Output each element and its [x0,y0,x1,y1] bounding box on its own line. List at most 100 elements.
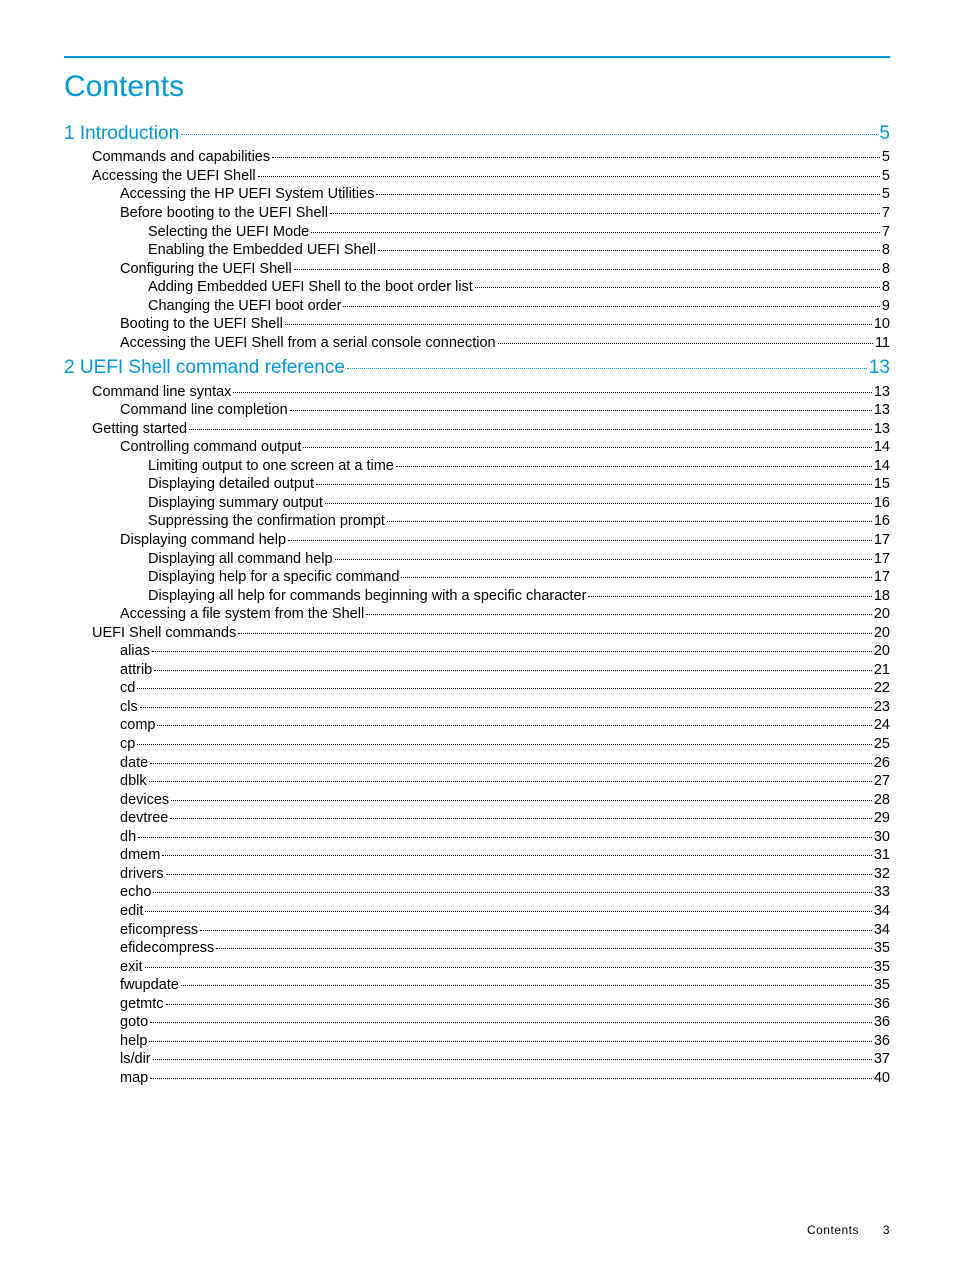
toc-leader [200,930,872,931]
toc-entry-label: alias [120,642,150,661]
toc-entry-page: 17 [874,531,890,550]
toc-entry-label: fwupdate [120,976,179,995]
toc-leader [157,725,871,726]
toc-entry-page: 15 [874,475,890,494]
toc-leader [216,948,872,949]
toc-entry[interactable]: echo33 [64,883,890,902]
toc-leader [272,157,880,158]
toc-leader [150,1022,872,1023]
toc-entry-page: 36 [874,1013,890,1032]
toc-entry[interactable]: help36 [64,1032,890,1051]
toc-entry[interactable]: date 26 [64,754,890,773]
toc-entry[interactable]: cp25 [64,735,890,754]
toc-entry[interactable]: Getting started 13 [64,420,890,439]
toc-leader [401,577,871,578]
toc-leader [378,250,880,251]
toc-entry-page: 11 [875,334,890,353]
toc-entry[interactable]: dmem 31 [64,846,890,865]
toc-entry[interactable]: UEFI Shell commands20 [64,624,890,643]
toc-leader [137,688,872,689]
toc-entry[interactable]: edit34 [64,902,890,921]
toc-entry[interactable]: devices28 [64,791,890,810]
toc-entry[interactable]: ls/dir37 [64,1050,890,1069]
toc-entry[interactable]: Displaying detailed output15 [64,475,890,494]
toc-entry[interactable]: drivers32 [64,865,890,884]
toc-entry-label: date [120,754,148,773]
toc-leader [153,1059,872,1060]
toc-entry-page: 17 [874,568,890,587]
toc-entry[interactable]: efidecompress35 [64,939,890,958]
toc-entry[interactable]: 2 UEFI Shell command reference13 [64,356,890,380]
toc-entry[interactable]: fwupdate35 [64,976,890,995]
toc-entry[interactable]: map40 [64,1069,890,1088]
toc-entry[interactable]: Displaying command help17 [64,531,890,550]
toc-entry[interactable]: getmtc36 [64,995,890,1014]
toc-entry[interactable]: Controlling command output14 [64,438,890,457]
toc-entry-label: 2 UEFI Shell command reference [64,356,345,380]
toc-entry[interactable]: Before booting to the UEFI Shell7 [64,204,890,223]
toc-entry[interactable]: Adding Embedded UEFI Shell to the boot o… [64,278,890,297]
toc-entry[interactable]: Displaying all command help17 [64,550,890,569]
toc-entry-page: 36 [874,1032,890,1051]
toc-entry-page: 8 [882,260,890,279]
toc-leader [181,134,877,135]
toc-entry[interactable]: Changing the UEFI boot order9 [64,297,890,316]
toc-entry[interactable]: Accessing a file system from the Shell20 [64,605,890,624]
toc-entry[interactable]: Suppressing the confirmation prompt16 [64,512,890,531]
toc-entry-page: 31 [874,846,890,865]
toc-entry[interactable]: Displaying summary output16 [64,494,890,513]
toc-leader [588,596,871,597]
toc-entry[interactable]: Commands and capabilities5 [64,148,890,167]
toc-entry-label: dmem [120,846,160,865]
toc-entry[interactable]: dh30 [64,828,890,847]
toc-entry-page: 20 [874,642,890,661]
toc-entry[interactable]: Displaying help for a specific command 17 [64,568,890,587]
toc-entry[interactable]: Accessing the HP UEFI System Utilities5 [64,185,890,204]
toc-entry-page: 26 [874,754,890,773]
toc-entry[interactable]: Displaying all help for commands beginni… [64,587,890,606]
toc-entry[interactable]: Configuring the UEFI Shell8 [64,260,890,279]
toc-entry-label: dblk [120,772,147,791]
toc-entry-page: 34 [874,921,890,940]
toc-leader [233,392,871,393]
toc-entry-page: 23 [874,698,890,717]
toc-entry[interactable]: Enabling the Embedded UEFI Shell8 [64,241,890,260]
toc-leader [498,343,873,344]
toc-leader [153,892,871,893]
table-of-contents: 1 Introduction5 Commands and capabilities… [64,122,890,1087]
toc-entry[interactable]: cd22 [64,679,890,698]
toc-entry[interactable]: Booting to the UEFI Shell10 [64,315,890,334]
toc-entry[interactable]: alias 20 [64,642,890,661]
toc-entry[interactable]: Command line completion13 [64,401,890,420]
toc-entry-page: 8 [882,278,890,297]
page-footer: Contents 3 [807,1223,890,1237]
toc-entry[interactable]: comp24 [64,716,890,735]
toc-entry-page: 5 [879,122,890,146]
toc-entry[interactable]: dblk27 [64,772,890,791]
toc-entry-page: 40 [874,1069,890,1088]
toc-entry[interactable]: Selecting the UEFI Mode7 [64,223,890,242]
toc-entry[interactable]: Limiting output to one screen at a time1… [64,457,890,476]
toc-entry[interactable]: Accessing the UEFI Shell from a serial c… [64,334,890,353]
toc-entry-page: 13 [874,401,890,420]
toc-leader [238,633,872,634]
toc-entry-page: 7 [882,204,890,223]
toc-leader [475,287,880,288]
toc-entry[interactable]: eficompress34 [64,921,890,940]
toc-entry-label: Displaying help for a specific command [148,568,399,587]
toc-entry[interactable]: goto36 [64,1013,890,1032]
toc-entry[interactable]: Command line syntax13 [64,383,890,402]
toc-entry[interactable]: exit35 [64,958,890,977]
toc-entry[interactable]: 1 Introduction5 [64,122,890,146]
toc-entry-label: devtree [120,809,168,828]
toc-entry[interactable]: cls23 [64,698,890,717]
toc-entry-label: cd [120,679,135,698]
toc-entry[interactable]: attrib21 [64,661,890,680]
toc-entry-page: 34 [874,902,890,921]
toc-entry-label: Accessing a file system from the Shell [120,605,364,624]
footer-label: Contents [807,1223,859,1237]
toc-entry-page: 37 [874,1050,890,1069]
toc-entry[interactable]: Accessing the UEFI Shell5 [64,167,890,186]
toc-entry[interactable]: devtree29 [64,809,890,828]
toc-entry-page: 21 [874,661,890,680]
